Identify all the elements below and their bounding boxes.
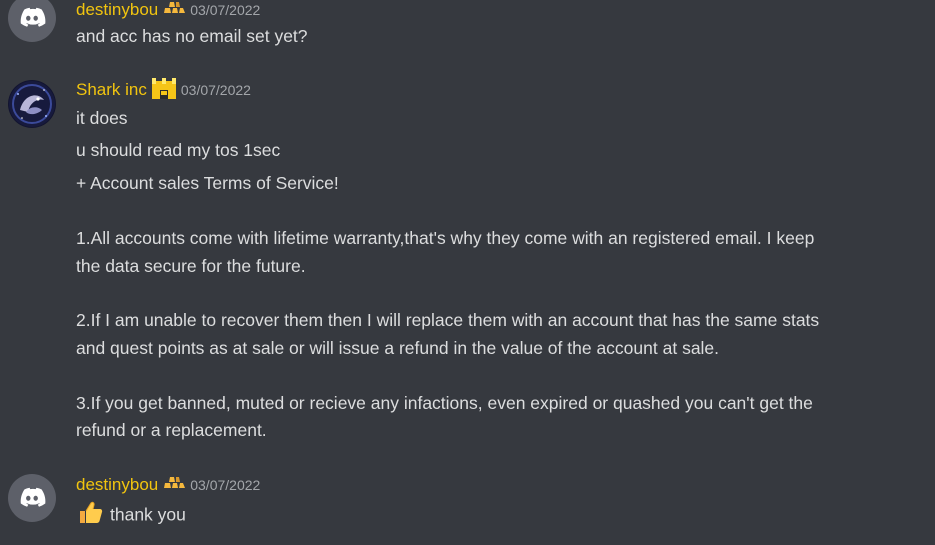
gold-bars-icon — [162, 475, 186, 496]
message-text: thank you — [76, 498, 186, 534]
message-text: it does — [76, 108, 128, 128]
timestamp: 03/07/2022 — [180, 82, 251, 98]
message-header: Shark inc 03/07/2022 — [76, 77, 251, 101]
message-text: refund or a replacement. — [76, 420, 267, 440]
message-text: 2.If I am unable to recover them then I … — [76, 310, 820, 330]
message-text: + Account sales Terms of Service! — [76, 173, 339, 193]
username[interactable]: Shark inc — [76, 79, 147, 101]
timestamp: 03/07/2022 — [190, 477, 261, 493]
gold-bars-icon — [162, 0, 186, 21]
message-text: and acc has no email set yet? — [76, 26, 308, 46]
message-text: and quest points as at sale or will issu… — [76, 338, 720, 358]
message-header: destinybou 03/07/2022 — [76, 0, 260, 21]
discord-logo-icon — [20, 487, 46, 507]
castle-icon — [151, 76, 177, 105]
thumbs-up-icon — [76, 498, 104, 534]
message-text-content: thank you — [110, 504, 186, 525]
message-text: 1.All accounts come with lifetime warran… — [76, 228, 815, 248]
username[interactable]: destinybou — [76, 474, 158, 496]
avatar[interactable] — [8, 80, 56, 128]
chat-messages: destinybou 03/07/2022 and acc has no ema… — [0, 0, 935, 545]
discord-logo-icon — [20, 7, 46, 27]
message-text: u should read my tos 1sec — [76, 140, 281, 160]
shark-avatar-icon — [9, 81, 55, 127]
message-text: 3.If you get banned, muted or recieve an… — [76, 393, 813, 413]
message-header: destinybou 03/07/2022 — [76, 474, 260, 496]
username[interactable]: destinybou — [76, 0, 158, 21]
avatar[interactable] — [8, 0, 56, 42]
timestamp: 03/07/2022 — [190, 2, 261, 18]
message-text: the data secure for the future. — [76, 256, 306, 276]
avatar[interactable] — [8, 474, 56, 522]
